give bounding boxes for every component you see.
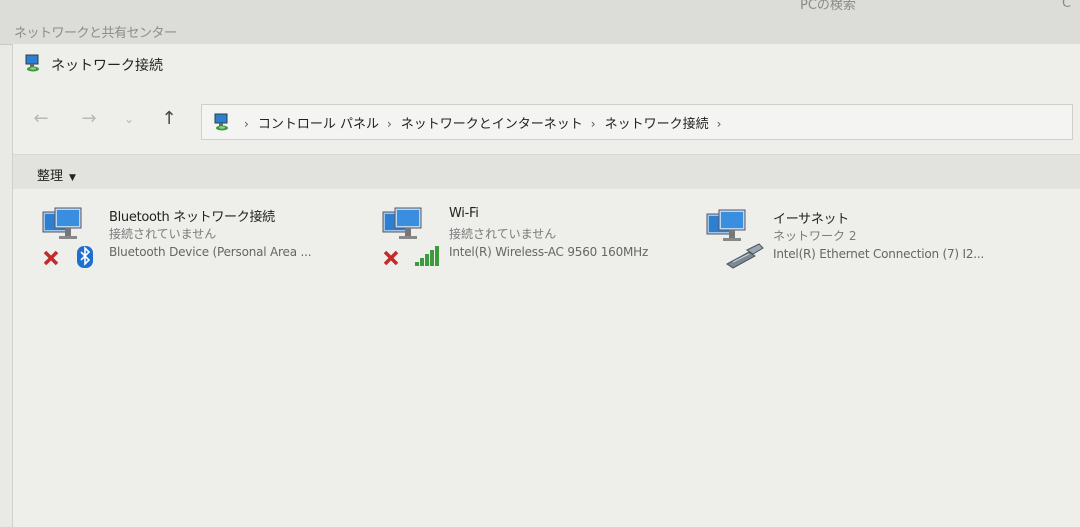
connection-name: Bluetooth ネットワーク接続 [109,210,275,225]
connection-status: 接続されていません [109,227,217,241]
connection-device: Intel(R) Ethernet Connection (7) I2... [773,247,985,261]
breadcrumb-separator[interactable]: › [591,117,596,131]
breadcrumb-network-connections[interactable]: ネットワーク接続 [605,117,709,132]
connection-item-ethernet[interactable]: イーサネット ネットワーク 2 Intel(R) Ethernet Connec… [703,208,1033,278]
network-connections-icon [214,113,228,131]
connection-status: ネットワーク 2 [773,229,857,243]
breadcrumb-network-and-internet[interactable]: ネットワークとインターネット [401,117,583,132]
breadcrumb-separator[interactable]: › [244,117,249,131]
wifi-signal-bars-icon [415,246,439,266]
chevron-down-icon: ▼ [69,173,76,183]
connection-device: Bluetooth Device (Personal Area ... [109,245,312,259]
bluetooth-adapter-icon [42,207,93,268]
breadcrumb: › コントロール パネル › ネットワークとインターネット › ネットワーク接続 › [236,113,730,132]
connection-name: Wi-Fi [449,206,479,221]
recent-locations-dropdown[interactable]: ⌄ [115,106,143,132]
disconnected-x-icon [383,250,399,266]
up-button[interactable]: ↑ [155,106,183,132]
ethernet-adapter-icon [706,209,764,269]
address-bar[interactable]: › コントロール パネル › ネットワークとインターネット › ネットワーク接続 › [201,104,1073,140]
title-bar: ネットワーク接続 [13,44,1080,84]
ethernet-plug-icon [726,243,764,269]
bluetooth-icon [77,246,93,268]
connection-text: Bluetooth ネットワーク接続 接続されていません Bluetooth D… [109,206,369,259]
breadcrumb-control-panel[interactable]: コントロール パネル [258,117,379,132]
window-title: ネットワーク接続 [51,58,163,74]
connection-text: Wi-Fi 接続されていません Intel(R) Wireless-AC 956… [449,206,709,259]
connection-item-bluetooth[interactable]: Bluetooth ネットワーク接続 接続されていません Bluetooth D… [39,206,379,276]
connection-status: 接続されていません [449,227,557,241]
command-bar: 整理 ▼ [13,154,1080,189]
background-window: ネットワークと共有センター PCの検索 C [0,0,1080,45]
network-connections-window: ネットワーク接続 ← → ⌄ ↑ › コントロール パネル › ネットワークとインター… [12,44,1080,527]
wifi-adapter-icon [382,207,439,266]
back-button[interactable]: ← [27,106,55,132]
connection-item-wifi[interactable]: Wi-Fi 接続されていません Intel(R) Wireless-AC 956… [379,206,709,276]
connections-list: Bluetooth ネットワーク接続 接続されていません Bluetooth D… [13,190,1080,527]
navigation-bar: ← → ⌄ ↑ › コントロール パネル › ネットワークとインターネット › ネットワー… [13,102,1080,140]
network-connections-icon [25,54,39,72]
connection-name: イーサネット [773,212,849,227]
background-search-fragment: PCの検索 [800,0,856,13]
background-window-title: ネットワークと共有センター [14,26,177,41]
forward-button[interactable]: → [75,106,103,132]
breadcrumb-separator[interactable]: › [717,117,722,131]
connection-text: イーサネット ネットワーク 2 Intel(R) Ethernet Connec… [773,208,1033,261]
disconnected-x-icon [43,250,59,266]
breadcrumb-separator[interactable]: › [387,117,392,131]
organize-menu-button[interactable]: 整理 ▼ [37,165,76,184]
connection-device: Intel(R) Wireless-AC 9560 160MHz [449,245,649,259]
background-edge-glyph: C [1062,0,1072,11]
organize-label: 整理 [37,169,64,184]
